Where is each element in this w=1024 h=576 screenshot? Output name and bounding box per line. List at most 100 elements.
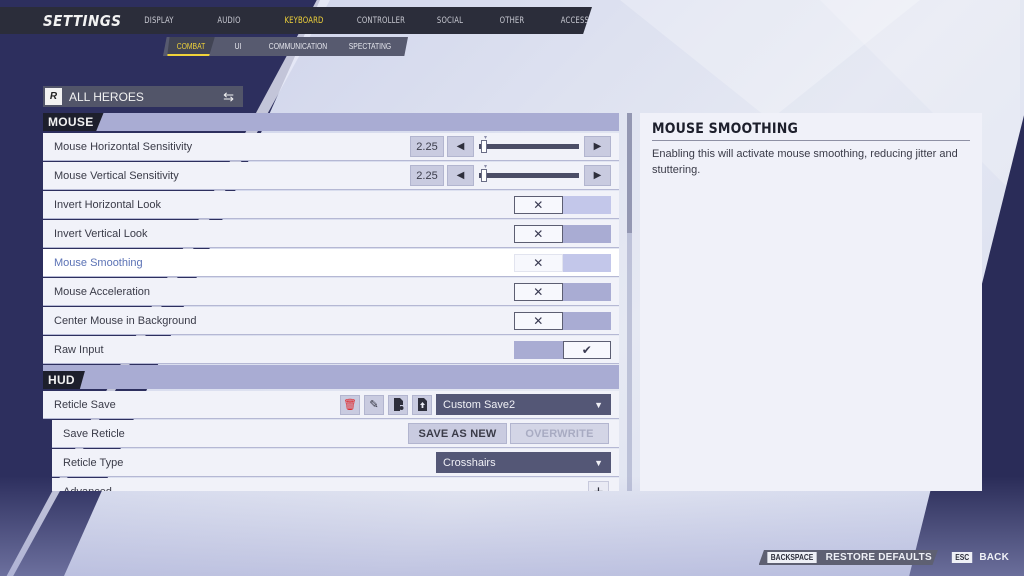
toggle-on-state [562,195,611,214]
sensitivity-value-input[interactable]: 2.25 [410,136,444,157]
subtab-spectating[interactable]: SPECTATING [344,42,397,51]
slider-track [479,173,579,178]
setting-row-invert-horizontal: Invert Horizontal Look ✕ [43,191,619,218]
increase-button[interactable]: ▶ [584,165,611,186]
back-label: BACK [979,552,1009,563]
right-arrow-icon: ▶ [593,141,602,152]
setting-row-horizontal-sensitivity: Mouse Horizontal Sensitivity 2.25 ◀ ▾ ▶ [43,133,619,160]
restore-defaults-button[interactable]: BACKSPACE RESTORE DEFAULTS [758,550,938,565]
caret-down-icon: ▼ [594,399,603,410]
description-text: Enabling this will activate mouse smooth… [652,148,958,176]
slider-thumb[interactable] [481,169,487,182]
decrease-button[interactable]: ◀ [447,136,474,157]
sensitivity-slider[interactable]: ▾ [479,135,579,157]
toggle-switch[interactable]: ✕ [514,311,611,330]
trash-icon: 🗑 [343,399,357,411]
hero-selector[interactable]: R ALL HEROES ⇆ [43,86,243,107]
reticle-type-dropdown[interactable]: Crosshairs ▼ [436,452,611,473]
check-icon: ✔ [581,342,592,357]
sensitivity-slider[interactable]: ▾ [479,164,579,186]
setting-row-save-reticle: Save Reticle SAVE AS NEW OVERWRITE [52,420,619,447]
decrease-button[interactable]: ◀ [447,165,474,186]
increase-button[interactable]: ▶ [584,136,611,157]
toggle-off-state [514,340,563,359]
swap-icon[interactable]: ⇆ [223,89,234,105]
setting-row-vertical-sensitivity: Mouse Vertical Sensitivity 2.25 ◀ ▾ ▶ [43,162,619,189]
sub-tabs: COMBAT UI COMMUNICATION SPECTATING [163,37,408,56]
tab-accessibility[interactable]: ACCESSIBILITY [552,16,592,26]
subtab-communication[interactable]: COMMUNICATION [263,42,333,51]
file-upload-icon [417,398,427,411]
sensitivity-value-input[interactable]: 2.25 [410,165,444,186]
delete-button[interactable]: 🗑 [340,394,360,415]
toggle-off-state: ✕ [514,224,563,243]
main-tabs: DISPLAY AUDIO KEYBOARD CONTROLLER SOCIAL… [130,16,592,26]
slider-thumb[interactable] [481,140,487,153]
tab-display[interactable]: DISPLAY [134,16,183,26]
export-button[interactable] [388,394,408,415]
tab-audio[interactable]: AUDIO [204,16,253,26]
section-label: HUD [43,371,85,389]
tab-other[interactable]: OTHER [488,16,536,26]
edit-icon: ✎ [369,399,379,411]
setting-label: Raw Input [54,343,104,356]
section-header-hud: HUD [43,365,619,389]
setting-label: Mouse Acceleration [54,285,150,298]
cross-icon: ✕ [533,197,544,212]
divider [652,140,970,141]
toggle-off-state: ✕ [514,195,563,214]
plus-icon: + [593,481,604,492]
back-button[interactable]: ESC BACK [946,550,1015,565]
settings-scrollbar[interactable] [627,113,632,491]
subtab-combat[interactable]: COMBAT [167,37,215,56]
section-label: MOUSE [43,113,104,131]
toggle-on-state [562,224,611,243]
setting-row-reticle-save: Reticle Save 🗑 ✎ Custom Save2 ▼ [43,391,619,418]
toggle-switch[interactable]: ✕ [514,282,611,301]
rename-button[interactable]: ✎ [364,394,384,415]
toggle-switch[interactable]: ✕ [514,253,611,272]
file-settings-icon [393,398,403,411]
setting-row-mouse-acceleration: Mouse Acceleration ✕ [43,278,619,305]
game-logo-icon: R [45,88,62,105]
page-title: SETTINGS [43,11,122,30]
footer-actions: BACKSPACE RESTORE DEFAULTS ESC BACK [751,550,1015,565]
setting-row-center-mouse: Center Mouse in Background ✕ [43,307,619,334]
toggle-switch[interactable]: ✔ [514,340,611,359]
top-nav-bar: SETTINGS DISPLAY AUDIO KEYBOARD CONTROLL… [0,7,592,34]
left-arrow-icon: ◀ [456,170,465,181]
setting-label: Advanced [52,486,588,492]
save-as-new-button[interactable]: SAVE AS NEW [408,423,507,444]
setting-label: Reticle Type [63,456,124,469]
scrollbar-thumb[interactable] [627,113,632,233]
toggle-switch[interactable]: ✕ [514,224,611,243]
restore-defaults-label: RESTORE DEFAULTS [825,552,932,563]
toggle-on-state [562,253,611,272]
setting-row-raw-input: Raw Input ✔ [43,336,619,363]
expand-button[interactable]: + [588,481,609,491]
overwrite-button[interactable]: OVERWRITE [510,423,609,444]
reticle-save-dropdown[interactable]: Custom Save2 ▼ [436,394,611,415]
cross-icon: ✕ [533,313,544,328]
right-arrow-icon: ▶ [593,170,602,181]
setting-label: Center Mouse in Background [54,314,197,327]
settings-list: MOUSE Mouse Horizontal Sensitivity 2.25 … [43,113,619,491]
subtab-ui[interactable]: UI [225,42,251,51]
import-button[interactable] [412,394,432,415]
slider-track [479,144,579,149]
setting-label: Mouse Smoothing [54,256,143,269]
tab-controller[interactable]: CONTROLLER [351,16,411,26]
hero-selector-label: ALL HEROES [69,89,144,104]
setting-label: Invert Vertical Look [54,227,148,240]
setting-label: Mouse Vertical Sensitivity [54,169,179,182]
setting-row-mouse-smoothing[interactable]: Mouse Smoothing ✕ [43,249,619,276]
tab-social[interactable]: SOCIAL [426,16,474,26]
toggle-off-state: ✕ [514,282,563,301]
setting-label: Reticle Save [54,398,116,411]
toggle-switch[interactable]: ✕ [514,195,611,214]
tab-keyboard[interactable]: KEYBOARD [275,16,333,26]
setting-label: Invert Horizontal Look [54,198,161,211]
setting-label: Save Reticle [63,427,125,440]
setting-row-reticle-type: Reticle Type Crosshairs ▼ [52,449,619,476]
toggle-on-state [562,311,611,330]
